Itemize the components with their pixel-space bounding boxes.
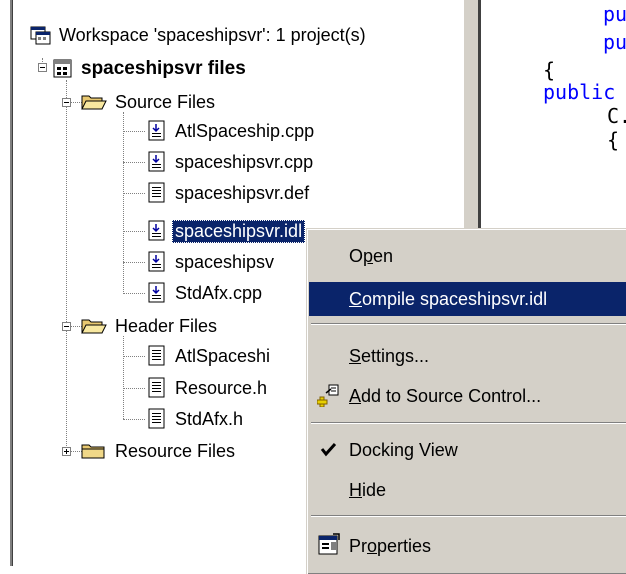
open-folder-icon: [80, 91, 108, 113]
tree-line: [66, 80, 67, 452]
menu-item-label: Properties: [349, 535, 432, 556]
code-line: C.: [607, 104, 626, 128]
cpp-file-icon: [146, 120, 168, 142]
tree-folder-header-files[interactable]: Header Files: [80, 311, 220, 341]
cpp-file-icon: [146, 282, 168, 304]
menu-item-label: Compile spaceshipsvr.idl: [349, 288, 548, 309]
menu-item-docking-view[interactable]: Docking View: [309, 433, 626, 467]
tree-line: [123, 293, 145, 294]
tree-item-label: Workspace 'spaceshipsvr': 1 project(s): [59, 24, 366, 45]
tree-file-item[interactable]: StdAfx.cpp: [146, 278, 265, 308]
header-file-icon: [146, 377, 168, 399]
tree-file-item[interactable]: spaceshipsv: [146, 247, 277, 277]
tree-line: [123, 262, 145, 263]
context-menu[interactable]: Open Compile spaceshipsvr.idl Settings..…: [306, 228, 626, 574]
tree-line: [123, 388, 145, 389]
menu-item-properties[interactable]: Properties: [309, 529, 626, 563]
collapse-source-files-toggle[interactable]: [62, 98, 71, 107]
tree-item-label: spaceshipsvr.def: [175, 182, 310, 203]
open-folder-icon: [80, 315, 108, 337]
cpp-file-icon: [146, 220, 168, 242]
tree-item-label: spaceshipsvr.idl: [172, 219, 306, 243]
menu-item-compile[interactable]: Compile spaceshipsvr.idl: [309, 282, 626, 316]
tree-folder-resource-files[interactable]: Resource Files: [80, 436, 238, 466]
source-control-add-icon: [316, 383, 341, 408]
code-line: {: [543, 58, 556, 82]
tree-line: [123, 419, 145, 420]
tree-item-label: StdAfx.h: [175, 408, 244, 429]
menu-separator: [311, 323, 626, 325]
expand-resource-files-toggle[interactable]: [62, 447, 71, 456]
tree-line: [123, 193, 145, 194]
menu-item-add-to-source-control[interactable]: Add to Source Control...: [309, 379, 626, 413]
tree-file-item-selected[interactable]: spaceshipsvr.idl: [146, 216, 306, 246]
collapse-project-toggle[interactable]: [38, 63, 47, 72]
tree-item-label: AtlSpaceship.cpp: [175, 120, 315, 141]
tree-item-label: Resource Files: [115, 440, 236, 461]
menu-item-label: Docking View: [349, 439, 458, 460]
tree-file-item[interactable]: spaceshipsvr.def: [146, 178, 312, 208]
checkmark-icon: [317, 438, 341, 462]
tree-file-item[interactable]: StdAfx.h: [146, 404, 246, 434]
tree-line: [123, 131, 145, 132]
menu-separator: [311, 515, 626, 517]
menu-item-label: Hide: [349, 479, 387, 500]
code-line: {: [607, 128, 620, 152]
header-file-icon: [146, 408, 168, 430]
tree-item-label: spaceshipsvr.cpp: [175, 151, 314, 172]
header-file-icon: [146, 345, 168, 367]
text-file-icon: [146, 182, 168, 204]
tree-item-workspace[interactable]: Workspace 'spaceshipsvr': 1 project(s): [30, 20, 369, 50]
tree-line: [123, 112, 124, 294]
tree-item-label: Resource.h: [175, 377, 268, 398]
menu-item-label: Settings...: [349, 345, 430, 366]
code-line: pu: [603, 30, 626, 54]
tree-item-label: StdAfx.cpp: [175, 282, 263, 303]
tree-file-item[interactable]: AtlSpaceship.cpp: [146, 116, 317, 146]
menu-item-hide[interactable]: Hide: [309, 473, 626, 507]
tree-folder-source-files[interactable]: Source Files: [80, 87, 218, 117]
tree-item-label: Header Files: [115, 315, 218, 336]
tree-file-item[interactable]: spaceshipsvr.cpp: [146, 147, 316, 177]
menu-item-label: Open: [349, 245, 394, 266]
menu-item-label: Add to Source Control...: [349, 385, 542, 406]
project-icon: [52, 58, 74, 80]
menu-separator: [311, 422, 626, 424]
tree-item-label: AtlSpaceshi: [175, 345, 271, 366]
menu-item-open[interactable]: Open: [309, 239, 626, 273]
tree-file-item[interactable]: Resource.h: [146, 373, 270, 403]
tree-item-project[interactable]: spaceshipsvr files: [52, 54, 249, 84]
tree-line: [123, 356, 145, 357]
tree-item-label: spaceshipsvr files: [81, 58, 246, 79]
tree-item-label: Source Files: [115, 91, 216, 112]
cpp-file-icon: [146, 251, 168, 273]
code-line: public: [543, 80, 616, 104]
cpp-file-icon: [146, 151, 168, 173]
tree-file-item[interactable]: AtlSpaceshi: [146, 341, 273, 371]
workspace-icon: [30, 24, 52, 46]
pane-border-dark: [12, 0, 13, 566]
tree-line: [123, 336, 124, 419]
menu-item-settings[interactable]: Settings...: [309, 339, 626, 373]
closed-folder-icon: [80, 440, 108, 462]
code-line: pu: [603, 2, 626, 26]
tree-item-label: spaceshipsv: [175, 251, 275, 272]
tree-line: [123, 231, 145, 232]
properties-icon: [317, 533, 341, 557]
collapse-header-files-toggle[interactable]: [62, 322, 71, 331]
tree-line: [123, 162, 145, 163]
